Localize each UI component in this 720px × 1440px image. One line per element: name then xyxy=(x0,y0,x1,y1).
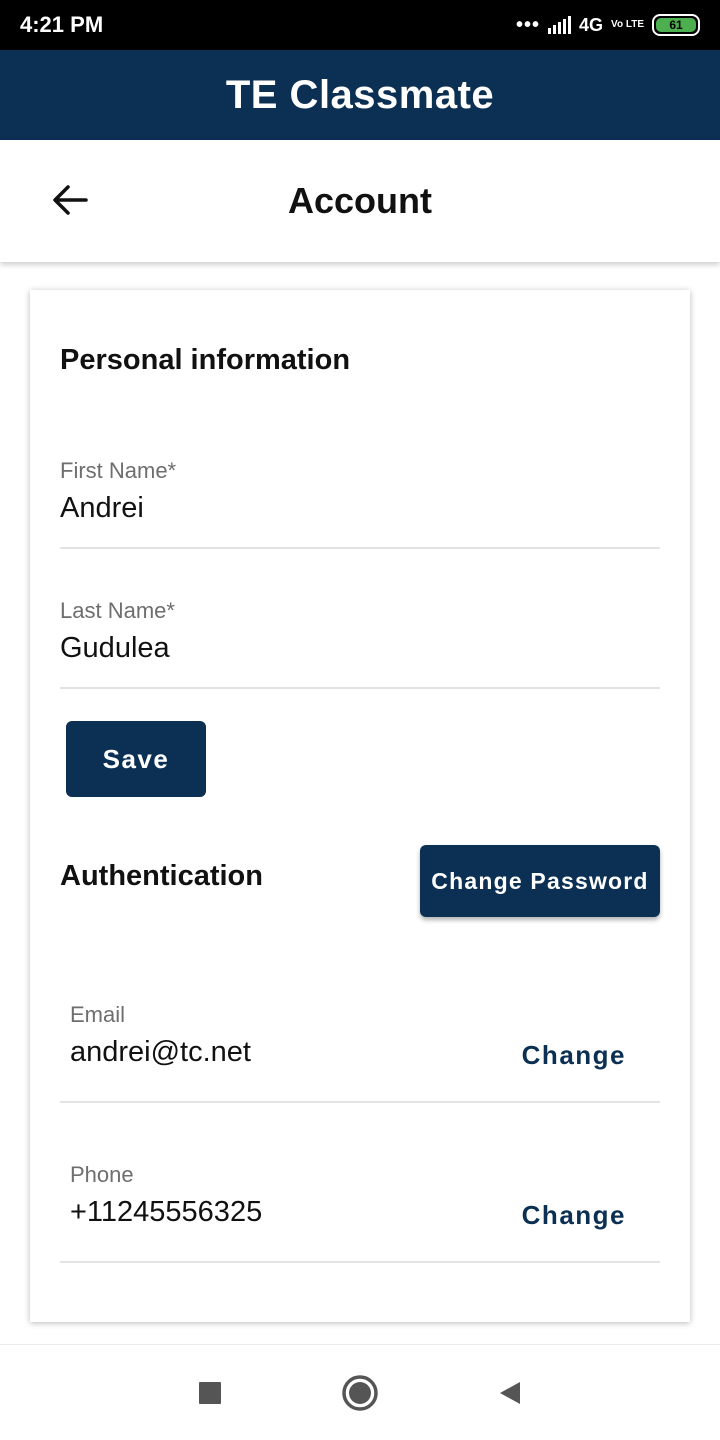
change-phone-button[interactable]: Change xyxy=(522,1200,626,1231)
email-label: Email xyxy=(70,1002,126,1027)
system-back-button[interactable] xyxy=(490,1373,530,1413)
first-name-label: First Name* xyxy=(60,458,177,483)
last-name-field[interactable]: Last Name* xyxy=(60,598,660,689)
battery-icon: 61 xyxy=(652,14,700,36)
status-time: 4:21 PM xyxy=(20,12,104,37)
battery-level: 61 xyxy=(656,18,696,32)
system-nav-bar xyxy=(0,1344,720,1440)
page-toolbar: Account xyxy=(0,140,720,262)
triangle-back-icon xyxy=(500,1381,520,1404)
page-title: Account xyxy=(288,180,432,221)
app-header: TE Classmate xyxy=(0,50,720,140)
volte-icon: Vo LTE xyxy=(611,19,644,30)
personal-info-heading: Personal information xyxy=(60,344,351,376)
phone-row: Phone +11245556325 Change xyxy=(60,1162,660,1263)
save-button[interactable]: Save xyxy=(66,721,206,797)
recents-button[interactable] xyxy=(190,1373,230,1413)
change-email-button[interactable]: Change xyxy=(522,1040,626,1071)
arrow-left-icon xyxy=(53,185,88,215)
status-icons: ••• 4G Vo LTE 61 xyxy=(516,14,700,37)
last-name-input[interactable] xyxy=(60,632,660,665)
back-button[interactable] xyxy=(44,174,96,226)
status-bar: 4:21 PM ••• 4G Vo LTE 61 xyxy=(0,0,720,50)
phone-label: Phone xyxy=(70,1162,134,1187)
app-title: TE Classmate xyxy=(225,72,495,117)
network-type: 4G xyxy=(579,14,604,35)
signal-icon xyxy=(548,16,572,34)
square-icon xyxy=(199,1381,221,1404)
last-name-label: Last Name* xyxy=(60,598,175,623)
first-name-input[interactable] xyxy=(60,492,660,525)
change-password-button[interactable]: Change Password xyxy=(420,845,660,917)
account-card: Personal information First Name* Last Na… xyxy=(30,290,690,1322)
email-row: Email andrei@tc.net Change xyxy=(60,1002,660,1103)
first-name-field[interactable]: First Name* xyxy=(60,458,660,549)
authentication-heading: Authentication xyxy=(60,860,263,892)
home-button[interactable] xyxy=(340,1373,380,1413)
notification-dots: ••• xyxy=(516,13,541,36)
circle-icon xyxy=(342,1374,378,1411)
